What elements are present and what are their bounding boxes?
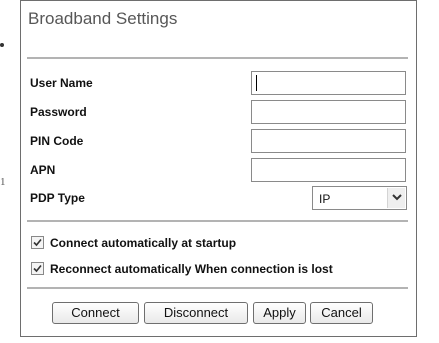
auto-connect-label: Connect automatically at startup — [50, 236, 237, 250]
auto-reconnect-label: Reconnect automatically When connection … — [50, 262, 333, 276]
divider — [27, 57, 408, 59]
password-label: Password — [30, 105, 87, 119]
pdp-type-row: PDP Type IP — [21, 186, 416, 212]
apn-input[interactable] — [251, 158, 406, 182]
username-row: User Name — [21, 71, 416, 97]
broadband-settings-panel: Broadband Settings User Name Password PI… — [20, 0, 417, 337]
password-row: Password — [21, 100, 416, 126]
edge-mark: 1 — [0, 176, 6, 188]
pin-code-input[interactable] — [251, 129, 406, 153]
divider — [27, 287, 408, 289]
cancel-button[interactable]: Cancel — [310, 302, 373, 324]
pdp-type-selected-value: IP — [319, 192, 331, 206]
edge-dot — [0, 43, 4, 47]
page-edge-fragment: 1 — [0, 0, 12, 343]
connect-button[interactable]: Connect — [52, 302, 139, 324]
username-label: User Name — [30, 76, 93, 90]
chevron-down-icon[interactable] — [387, 188, 405, 208]
panel-title: Broadband Settings — [28, 9, 178, 28]
divider — [27, 220, 408, 222]
disconnect-button[interactable]: Disconnect — [144, 302, 248, 324]
checkmark-icon — [33, 264, 42, 273]
text-cursor — [256, 75, 257, 91]
apply-button[interactable]: Apply — [253, 302, 306, 324]
auto-reconnect-checkbox[interactable] — [31, 262, 44, 275]
apn-row: APN — [21, 158, 416, 184]
pin-code-label: PIN Code — [30, 134, 84, 148]
checkmark-icon — [33, 238, 42, 247]
password-input[interactable] — [251, 100, 406, 124]
pdp-type-select[interactable]: IP — [312, 186, 407, 210]
auto-connect-checkbox[interactable] — [31, 236, 44, 249]
apn-label: APN — [30, 163, 56, 177]
pdp-type-label: PDP Type — [30, 191, 85, 205]
pin-code-row: PIN Code — [21, 129, 416, 155]
username-input[interactable] — [251, 71, 406, 95]
